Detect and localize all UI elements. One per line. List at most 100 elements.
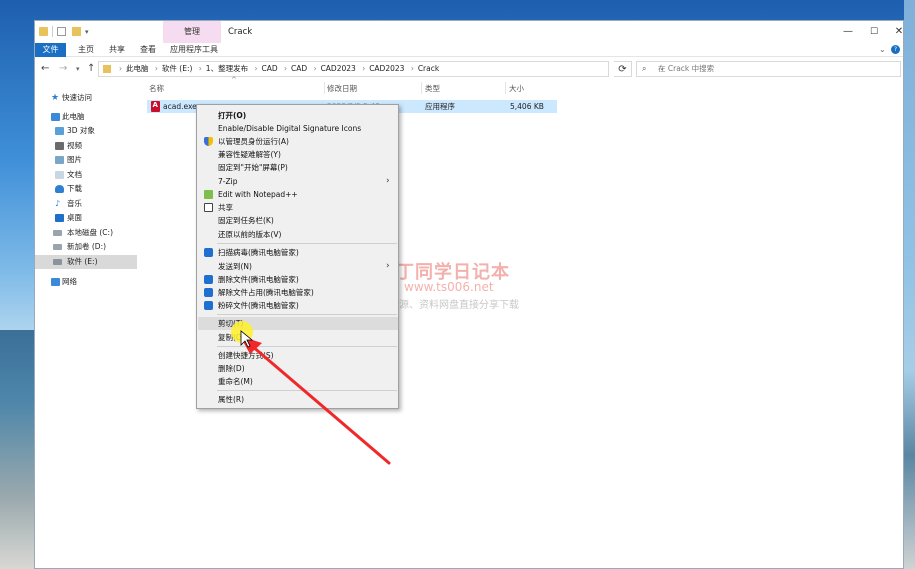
tencent-delete-icon xyxy=(204,275,213,284)
menu-item-pin-taskbar[interactable]: 固定到任务栏(K) xyxy=(198,214,398,227)
expand-ribbon-icon[interactable]: ⌄ xyxy=(879,45,886,54)
new-folder-icon[interactable] xyxy=(72,27,81,36)
sidebar-item-network[interactable]: 网络 xyxy=(35,275,137,289)
sidebar-item-videos[interactable]: 视频 xyxy=(35,139,137,153)
menu-item-label: 发送到(N) xyxy=(218,262,252,271)
menu-item-run-as-admin[interactable]: 以管理员身份运行(A) xyxy=(198,135,398,148)
breadcrumb-separator: › xyxy=(198,64,202,73)
context-menu: 打开(O) Enable/Disable Digital Signature I… xyxy=(196,104,399,409)
picture-icon xyxy=(55,156,64,164)
forward-arrow-icon[interactable]: → xyxy=(59,62,67,76)
sidebar-item-new-volume-d[interactable]: 新加卷 (D:) xyxy=(35,240,137,254)
menu-item-cut[interactable]: 剪切(T) xyxy=(198,317,398,330)
sidebar-item-downloads[interactable]: 下载 xyxy=(35,182,137,196)
column-header-name[interactable]: 名称 xyxy=(149,83,164,94)
search-icon: ⌕ xyxy=(642,64,647,73)
sidebar-item-music[interactable]: ♪ 音乐 xyxy=(35,197,137,211)
drive-icon xyxy=(53,259,62,265)
tencent-shield-icon xyxy=(204,248,213,257)
tab-app-tools[interactable]: 应用程序工具 xyxy=(165,43,223,57)
menu-separator xyxy=(217,390,397,391)
sidebar-item-desktop[interactable]: 桌面 xyxy=(35,211,137,225)
close-button[interactable]: ✕ xyxy=(883,21,915,43)
breadcrumb-item[interactable]: 软件 (E:) xyxy=(162,64,193,73)
menu-item-compatibility[interactable]: 兼容性疑难解答(Y) xyxy=(198,148,398,161)
sidebar-item-label: 音乐 xyxy=(67,199,82,208)
manage-context-tab[interactable]: 管理 xyxy=(163,21,221,43)
menu-item-label: 以管理员身份运行(A) xyxy=(218,137,289,146)
menu-item-create-shortcut[interactable]: 创建快捷方式(S) xyxy=(198,349,398,362)
sidebar-item-3d-objects[interactable]: 3D 对象 xyxy=(35,124,137,138)
menu-item-delete-file-tencent[interactable]: 删除文件(腾讯电脑管家) xyxy=(198,273,398,286)
address-input[interactable]: › 此电脑 › 软件 (E:) › 1、整理发布 › CAD › CAD › CAD2023… xyxy=(98,61,665,77)
breadcrumb-item[interactable]: 1、整理发布 xyxy=(206,64,248,73)
menu-item-copy[interactable]: 复制(C) xyxy=(198,331,398,344)
quick-access-dropdown-icon[interactable]: ▾ xyxy=(85,28,89,36)
window-title: Crack xyxy=(228,27,253,37)
sidebar-item-label: 此电脑 xyxy=(62,112,85,121)
column-separator[interactable] xyxy=(505,82,506,94)
breadcrumb-item[interactable]: Crack xyxy=(418,64,439,73)
menu-item-label: 删除(D) xyxy=(218,364,245,373)
sidebar-item-this-pc[interactable]: 此电脑 xyxy=(35,110,137,124)
breadcrumb-item[interactable]: CAD2023 xyxy=(369,64,404,73)
breadcrumb-item[interactable]: 此电脑 xyxy=(126,64,149,73)
sidebar-item-pictures[interactable]: 图片 xyxy=(35,153,137,167)
menu-item-7zip[interactable]: 7-Zip › xyxy=(198,175,398,188)
watermark-url: www.ts006.net xyxy=(404,280,494,294)
menu-separator xyxy=(217,314,397,315)
breadcrumb-item[interactable]: CAD xyxy=(291,64,307,73)
menu-item-shred-file[interactable]: 粉碎文件(腾讯电脑管家) xyxy=(198,299,398,312)
sidebar-item-label: 软件 (E:) xyxy=(67,257,98,266)
breadcrumb-separator: › xyxy=(313,64,317,73)
sidebar-item-local-disk-c[interactable]: 本地磁盘 (C:) xyxy=(35,226,137,240)
properties-icon[interactable] xyxy=(57,27,66,36)
column-header-date[interactable]: 修改日期 xyxy=(327,83,357,94)
breadcrumb-separator: › xyxy=(410,64,414,73)
refresh-icon[interactable]: ⟳ xyxy=(614,61,632,77)
menu-item-digital-signature[interactable]: Enable/Disable Digital Signature Icons xyxy=(198,122,398,135)
menu-item-open[interactable]: 打开(O) xyxy=(198,109,398,122)
column-separator[interactable] xyxy=(421,82,422,94)
menu-item-properties[interactable]: 属性(R) xyxy=(198,393,398,406)
sidebar-item-quick-access[interactable]: ★ 快速访问 xyxy=(35,91,137,105)
breadcrumb-item[interactable]: CAD xyxy=(261,64,277,73)
folder-icon xyxy=(39,27,48,36)
tab-view[interactable]: 查看 xyxy=(135,43,161,57)
breadcrumb-item[interactable]: CAD2023 xyxy=(321,64,356,73)
up-arrow-icon[interactable]: ↑ xyxy=(87,62,95,76)
menu-item-scan-virus[interactable]: 扫描病毒(腾讯电脑管家) xyxy=(198,246,398,259)
recent-locations-icon[interactable]: ▾ xyxy=(76,62,80,76)
network-icon xyxy=(51,278,60,286)
document-icon xyxy=(55,171,64,179)
breadcrumb-separator: › xyxy=(254,64,258,73)
sidebar-item-label: 快速访问 xyxy=(62,93,92,102)
menu-item-send-to[interactable]: 发送到(N) › xyxy=(198,260,398,273)
menu-item-unlock-file[interactable]: 解除文件占用(腾讯电脑管家) xyxy=(198,286,398,299)
menu-item-restore-versions[interactable]: 还原以前的版本(V) xyxy=(198,228,398,241)
sidebar-item-documents[interactable]: 文档 xyxy=(35,168,137,182)
file-name: acad.exe xyxy=(163,102,197,111)
search-input[interactable]: ⌕ 在 Crack 中搜索 xyxy=(636,61,901,77)
menu-item-label: 固定到"开始"屏幕(P) xyxy=(218,163,288,172)
breadcrumb-separator: › xyxy=(119,64,122,73)
help-icon[interactable]: ? xyxy=(891,45,900,54)
sidebar-item-software-e[interactable]: 软件 (E:) xyxy=(35,255,137,269)
menu-item-pin-start[interactable]: 固定到"开始"屏幕(P) xyxy=(198,161,398,174)
tab-home[interactable]: 主页 xyxy=(73,43,99,57)
tab-share[interactable]: 共享 xyxy=(104,43,130,57)
tencent-unlock-icon xyxy=(204,288,213,297)
back-arrow-icon[interactable]: ← xyxy=(41,62,49,76)
cube-icon xyxy=(55,127,64,135)
tab-file[interactable]: 文件 xyxy=(35,43,66,57)
video-icon xyxy=(55,142,64,150)
cursor-highlight xyxy=(231,321,253,343)
sidebar-item-label: 下载 xyxy=(67,184,82,193)
column-header-type[interactable]: 类型 xyxy=(425,83,440,94)
menu-item-notepad-plus[interactable]: Edit with Notepad++ xyxy=(198,188,398,201)
column-separator[interactable] xyxy=(324,82,325,94)
column-header-size[interactable]: 大小 xyxy=(509,83,524,94)
menu-item-delete[interactable]: 删除(D) xyxy=(198,362,398,375)
menu-item-rename[interactable]: 重命名(M) xyxy=(198,375,398,388)
menu-item-share[interactable]: 共享 xyxy=(198,201,398,214)
